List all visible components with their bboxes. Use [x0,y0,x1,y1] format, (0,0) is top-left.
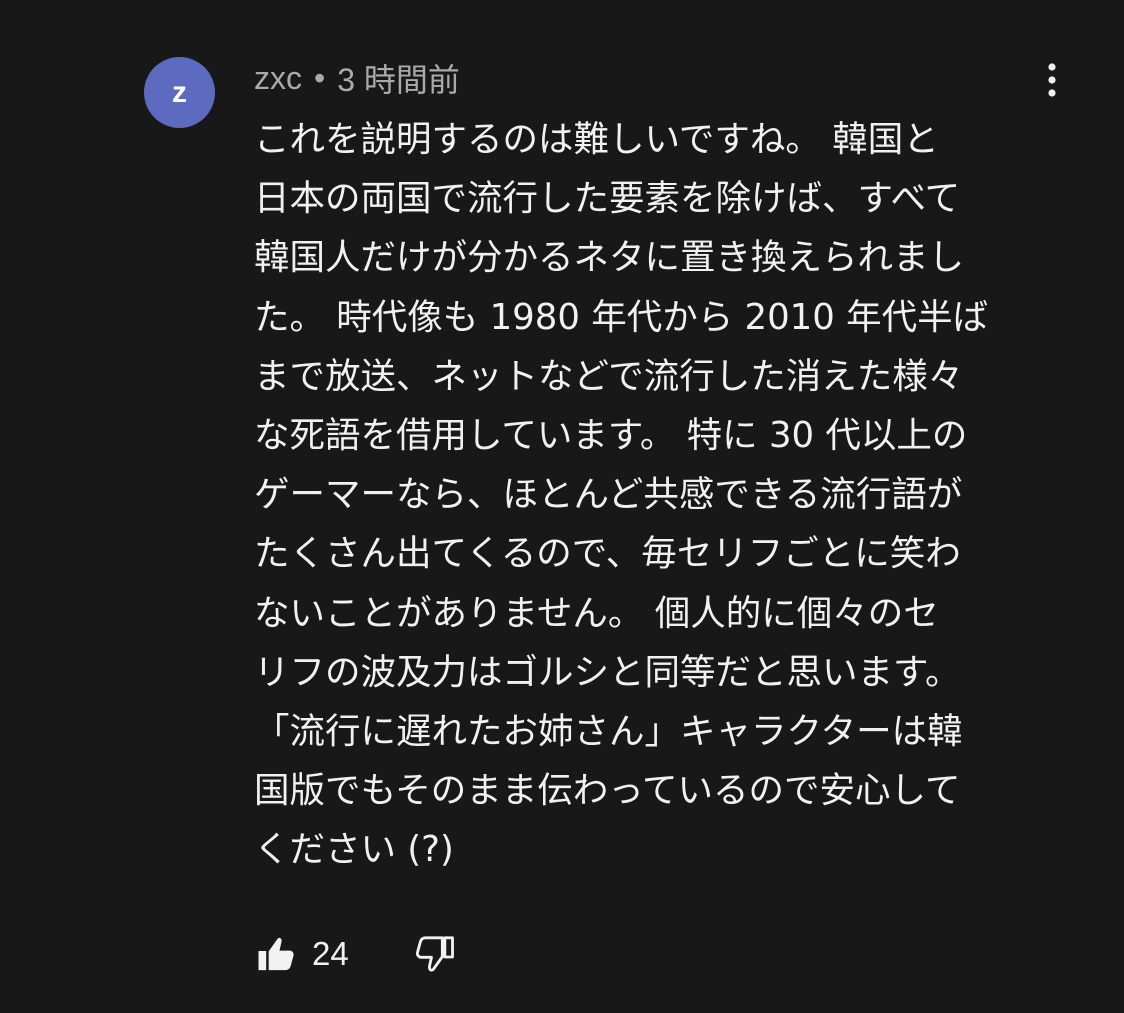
thumbs-up-icon [258,937,294,971]
avatar[interactable]: z [144,57,215,128]
comment-text: これを説明するのは難しいですね。 韓国と 日本の両国で流行した要素を除けば、すべ… [254,110,1044,879]
comment-text-line: た。 時代像も 1980 年代から 2010 年代半ば [254,296,989,338]
comment-text-line: ゲーマーなら、ほとんど共感できる流行語が [254,474,963,516]
meta-separator: • [314,59,326,96]
comment-text-line: 国版でもそのまま伝わっているので安心して [254,770,961,812]
comment-header: zxc • 3 時間前 [254,56,460,100]
comment-actions: 24 [254,928,457,980]
comment-text-line: まで放送、ネットなどで流行した消えた様々 [254,355,964,397]
dislike-button[interactable] [413,932,457,976]
thumbs-down-icon [415,936,454,972]
comment-text-line: 日本の両国で流行した要素を除けば、すべて [254,178,961,220]
comment-text-line: リフの波及力はゴルシと同等だと思います。 [254,651,961,693]
comment-text-line: たくさん出てくるので、毎セリフごとに笑わ [254,533,961,575]
comment-text-line: 韓国人だけが分かるネタに置き換えられまし [254,237,965,279]
comment-text-line: 「流行に遅れたお姉さん」キャラクターは韓 [254,710,963,752]
comment-timestamp[interactable]: 3 時間前 [337,55,460,101]
comment-text-line: ください (?) [254,829,454,871]
comment-thread: z zxc • 3 時間前 これを説明するのは難しいですね。 韓国と 日本の両国… [0,0,1124,1013]
more-vert-icon [1048,63,1056,97]
comment-text-line: な死語を借用しています。 特に 30 代以上の [254,414,968,456]
like-button[interactable] [254,932,298,976]
author-name[interactable]: zxc [254,60,302,97]
like-count: 24 [312,935,349,972]
comment-text-line: ないことがありません。 個人的に個々のセ [254,592,939,634]
avatar-letter: z [172,75,187,109]
comment-text-line: これを説明するのは難しいですね。 韓国と [254,119,939,160]
comment-menu-button[interactable] [1030,58,1074,102]
